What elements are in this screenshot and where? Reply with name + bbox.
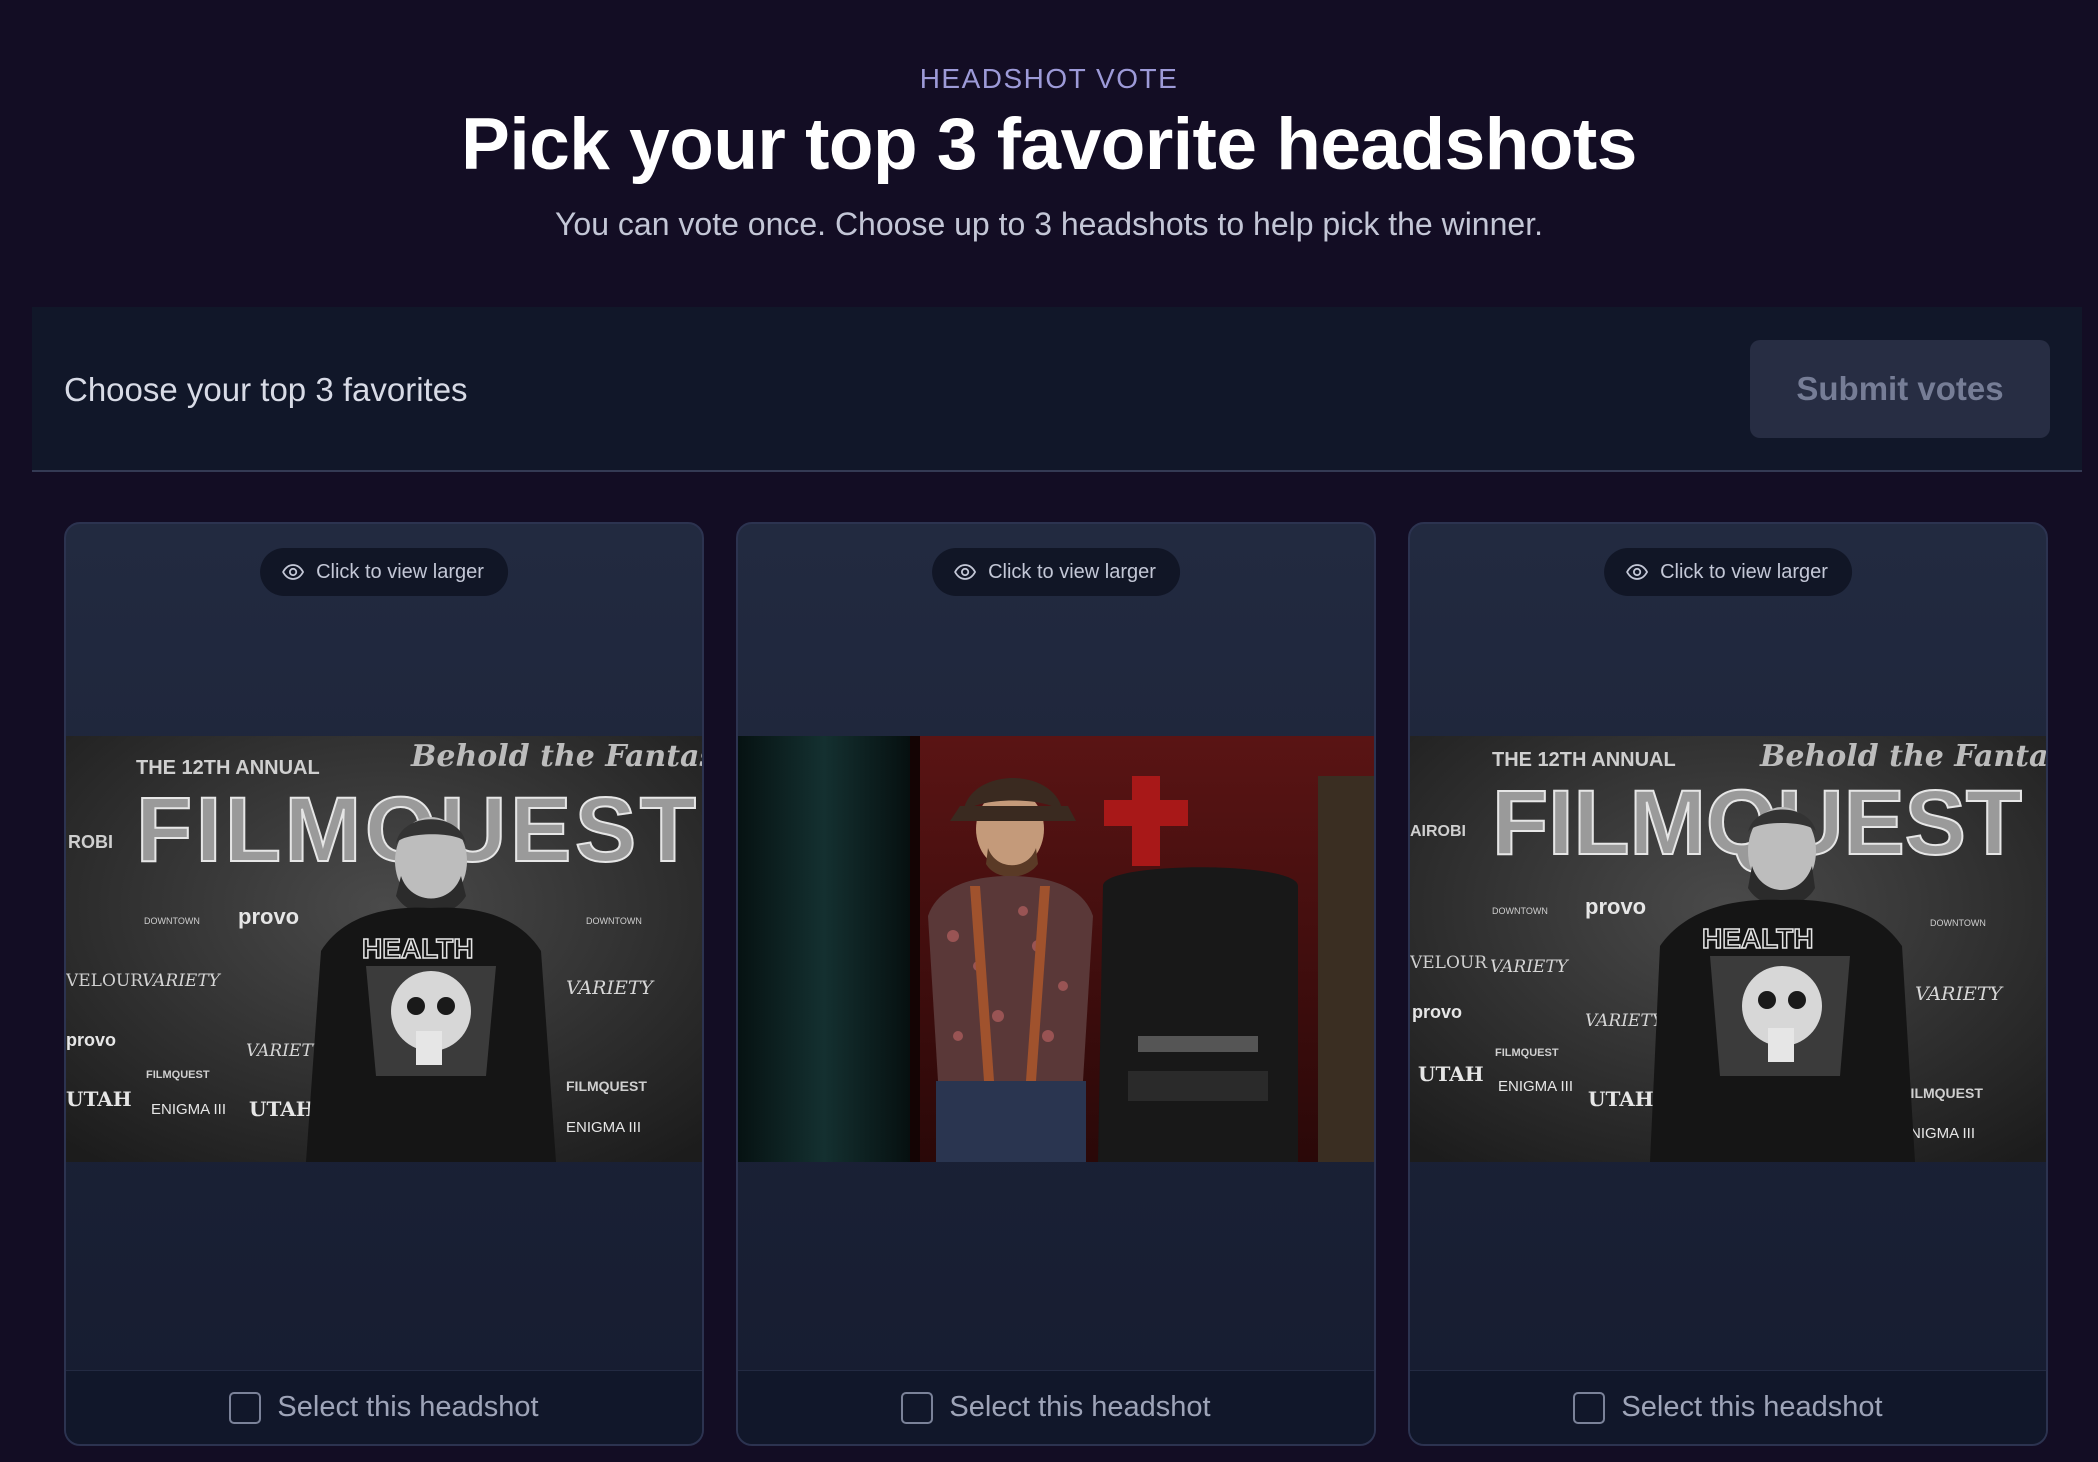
svg-text:provo: provo — [66, 1030, 116, 1050]
select-headshot-label: Select this headshot — [1621, 1391, 1883, 1423]
view-larger-button[interactable]: Click to view larger — [260, 548, 508, 596]
svg-text:VELOUR: VELOUR — [66, 971, 144, 991]
backdrop-script: Behold the Fantastic — [1759, 739, 2046, 774]
checkbox-icon[interactable] — [1573, 1391, 1606, 1424]
svg-text:provo: provo — [1585, 894, 1646, 919]
svg-text:VARIETY: VARIETY — [566, 977, 656, 999]
eye-icon — [282, 564, 305, 580]
headshot-photo-2[interactable] — [738, 736, 1374, 1162]
view-larger-label: Click to view larger — [1660, 560, 1828, 583]
checkbox-icon[interactable] — [229, 1391, 262, 1424]
svg-text:ENIGMA III: ENIGMA III — [566, 1119, 641, 1136]
svg-text:UTAH: UTAH — [1588, 1087, 1654, 1111]
svg-text:UTAH: UTAH — [249, 1097, 315, 1121]
svg-text:UTAH: UTAH — [66, 1087, 132, 1111]
svg-text:DOWNTOWN: DOWNTOWN — [1930, 918, 1986, 928]
checkbox-icon[interactable] — [901, 1391, 934, 1424]
headshot-card-3: Click to view larger THE 12TH ANNUAL Beh… — [1408, 522, 2048, 1446]
svg-text:DOWNTOWN: DOWNTOWN — [586, 916, 642, 926]
headshot-image-3: THE 12TH ANNUAL Behold the Fantastic FIL… — [1410, 736, 2046, 1162]
svg-text:provo: provo — [1412, 1002, 1462, 1022]
eye-icon — [954, 564, 977, 580]
svg-text:ROBI: ROBI — [68, 832, 113, 852]
selection-hint: Choose your top 3 favorites — [64, 371, 468, 408]
select-headshot-toggle[interactable]: Select this headshot — [738, 1370, 1374, 1444]
headshot-photo-1[interactable]: THE 12TH ANNUAL Behold the Fantastic FIL… — [66, 736, 702, 1162]
page-title: Pick your top 3 favorite headshots — [461, 104, 1637, 185]
svg-text:UTAH: UTAH — [1418, 1062, 1484, 1086]
eyebrow-label: HEADSHOT VOTE — [919, 63, 1179, 94]
svg-text:DOWNTOWN: DOWNTOWN — [144, 916, 200, 926]
svg-text:FILMQUEST: FILMQUEST — [566, 1078, 647, 1094]
svg-text:HEALTH: HEALTH — [1702, 923, 1813, 954]
vote-page: HEADSHOT VOTE Pick your top 3 favorite h… — [0, 0, 2098, 1462]
submit-votes-button[interactable]: Submit votes — [1750, 340, 2050, 438]
svg-text:provo: provo — [238, 904, 299, 929]
view-larger-label: Click to view larger — [988, 560, 1156, 583]
svg-text:VELOUR: VELOUR — [1410, 953, 1488, 973]
svg-text:FILMQUEST: FILMQUEST — [146, 1069, 210, 1081]
headshot-card-1: Click to view larger THE 12TH ANNUAL Beh… — [64, 522, 704, 1446]
headshot-image-2 — [738, 736, 1374, 1162]
svg-text:VARIETY: VARIETY — [142, 971, 222, 991]
svg-text:ENIGMA III: ENIGMA III — [151, 1101, 226, 1118]
svg-text:VARIETY: VARIETY — [1915, 983, 2005, 1005]
svg-text:DOWNTOWN: DOWNTOWN — [1492, 906, 1548, 916]
vote-action-bar: Choose your top 3 favorites Submit votes — [32, 307, 2082, 472]
svg-text:HEALTH: HEALTH — [362, 933, 473, 964]
svg-text:AIROBI: AIROBI — [1410, 823, 1466, 840]
svg-text:FILMQUEST: FILMQUEST — [1495, 1047, 1559, 1059]
backdrop-script: Behold the Fantastic — [410, 739, 702, 774]
view-larger-button[interactable]: Click to view larger — [1604, 548, 1852, 596]
svg-text:ENIGMA III: ENIGMA III — [1498, 1078, 1573, 1095]
backdrop-small-title: THE 12TH ANNUAL — [1492, 749, 1676, 771]
svg-text:VARIETY: VARIETY — [1490, 957, 1570, 977]
headshot-image-1: THE 12TH ANNUAL Behold the Fantastic FIL… — [66, 736, 702, 1162]
headshot-card-2: Click to view larger Select this headsho… — [736, 522, 1376, 1446]
headshot-photo-3[interactable]: THE 12TH ANNUAL Behold the Fantastic FIL… — [1410, 736, 2046, 1162]
backdrop-small-title: THE 12TH ANNUAL — [136, 757, 320, 779]
eye-icon — [1626, 564, 1649, 580]
svg-text:FILMQUEST: FILMQUEST — [1902, 1085, 1983, 1101]
view-larger-label: Click to view larger — [316, 560, 484, 583]
select-headshot-label: Select this headshot — [949, 1391, 1211, 1423]
select-headshot-toggle[interactable]: Select this headshot — [66, 1370, 702, 1444]
page-header: HEADSHOT VOTE Pick your top 3 favorite h… — [0, 0, 2098, 244]
view-larger-button[interactable]: Click to view larger — [932, 548, 1180, 596]
select-headshot-label: Select this headshot — [277, 1391, 539, 1423]
page-subtitle: You can vote once. Choose up to 3 headsh… — [555, 206, 1543, 242]
svg-text:VARIETY: VARIETY — [1585, 1011, 1665, 1031]
select-headshot-toggle[interactable]: Select this headshot — [1410, 1370, 2046, 1444]
